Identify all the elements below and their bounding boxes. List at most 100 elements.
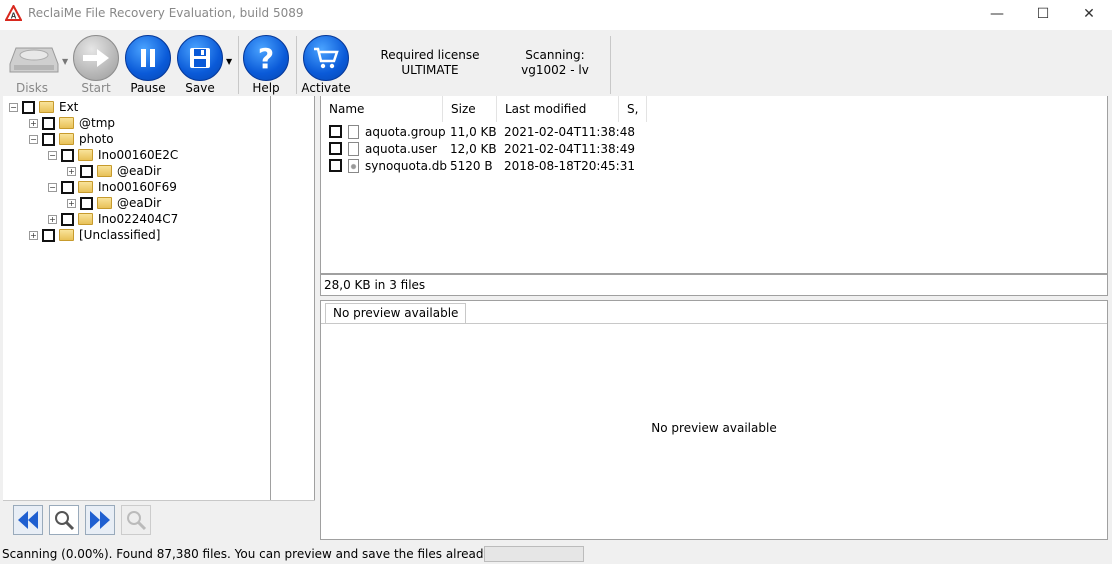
expand-icon[interactable]: +: [29, 230, 38, 240]
start-button[interactable]: Start: [66, 32, 126, 96]
tree-node-eadir[interactable]: + @eaDir: [67, 195, 161, 211]
svg-text:A: A: [11, 12, 17, 21]
help-button[interactable]: ? Help: [236, 32, 296, 96]
expand-icon[interactable]: +: [67, 166, 76, 176]
close-button[interactable]: ✕: [1066, 0, 1112, 28]
collapse-icon[interactable]: −: [9, 102, 18, 112]
expand-icon[interactable]: +: [67, 198, 76, 208]
magnifier-disabled-icon: [127, 511, 147, 531]
double-left-arrow-icon: [18, 511, 38, 529]
folder-icon: [39, 101, 54, 113]
license-value: ULTIMATE: [401, 63, 459, 77]
app-logo-icon: A: [5, 5, 22, 21]
save-button[interactable]: ▼ Save: [170, 32, 236, 96]
scanning-value: vg1002 - lv: [521, 63, 589, 77]
tree-node-label: Ext: [59, 100, 79, 114]
file-modified: 2021-02-04T11:38:49: [504, 141, 635, 156]
tree-node-label: @tmp: [79, 116, 116, 130]
help-question-icon: ?: [243, 35, 289, 81]
column-header-name[interactable]: Name: [321, 96, 443, 122]
toolbar-separator: [610, 36, 611, 94]
clear-search-button[interactable]: [121, 505, 151, 535]
folder-icon: [97, 165, 112, 177]
floppy-save-icon: [177, 35, 223, 81]
activate-label: Activate: [301, 81, 351, 95]
tree-node-ino00160e2c[interactable]: − Ino00160E2C: [48, 147, 178, 163]
folder-icon: [78, 181, 93, 193]
file-size: 12,0 KB: [450, 141, 497, 156]
tree-checkbox[interactable]: [80, 164, 93, 178]
file-checkbox[interactable]: [329, 125, 342, 138]
activate-button[interactable]: Activate: [296, 32, 356, 96]
tree-checkbox[interactable]: [61, 180, 74, 194]
save-label: Save: [185, 81, 215, 95]
disks-label: Disks: [15, 81, 49, 95]
tree-node-label: @eaDir: [117, 164, 162, 178]
start-arrow-icon: [73, 35, 119, 81]
collapse-icon[interactable]: −: [29, 134, 38, 144]
file-checkbox[interactable]: [329, 159, 342, 172]
pause-button[interactable]: Pause: [118, 32, 178, 96]
license-info: Required license ULTIMATE: [370, 48, 490, 78]
file-size: 5120 B: [450, 158, 493, 173]
folder-icon: [97, 197, 112, 209]
scan-progress-bar: [484, 546, 584, 562]
file-row[interactable]: aquota.group 11,0 KB 2021-02-04T11:38:48: [321, 123, 651, 140]
collapse-icon[interactable]: −: [48, 150, 57, 160]
tree-checkbox[interactable]: [42, 116, 55, 130]
tree-node-eadir[interactable]: + @eaDir: [67, 163, 161, 179]
save-dropdown-icon[interactable]: ▼: [226, 57, 232, 66]
folder-icon: [59, 133, 74, 145]
maximize-button[interactable]: ☐: [1020, 0, 1066, 28]
tree-checkbox[interactable]: [61, 212, 74, 226]
folder-icon: [78, 213, 93, 225]
tree-scroll-area[interactable]: [271, 96, 315, 500]
folder-tree[interactable]: − Ext + @tmp − photo − Ino00160E2C + @eaDir −…: [3, 96, 271, 500]
collapse-icon[interactable]: −: [48, 182, 57, 192]
file-checkbox[interactable]: [329, 142, 342, 155]
disks-button[interactable]: ▼ Disks: [2, 32, 68, 96]
license-label: Required license: [380, 48, 480, 62]
file-row[interactable]: synoquota.db 5120 B 2018-08-18T20:45:31: [321, 157, 651, 174]
tree-node-ext[interactable]: − Ext: [9, 99, 78, 115]
column-header-modified[interactable]: Last modified: [497, 96, 619, 122]
file-summary: 28,0 KB in 3 files: [320, 274, 1108, 296]
tree-checkbox[interactable]: [42, 132, 55, 146]
database-file-icon: [348, 158, 359, 173]
preview-divider: [321, 323, 1107, 324]
scanning-info: Scanning: vg1002 - lv: [500, 48, 610, 78]
navigation-bar: [3, 500, 315, 540]
minimize-button[interactable]: —: [974, 0, 1020, 28]
file-list[interactable]: Name Size Last modified S, aquota.group …: [320, 96, 1108, 274]
folder-icon: [59, 117, 74, 129]
tree-node-label: @eaDir: [117, 196, 162, 210]
file-icon: [348, 124, 359, 139]
tree-node-label: Ino00160E2C: [98, 148, 179, 162]
tree-node-ino00160f69[interactable]: − Ino00160F69: [48, 179, 177, 195]
status-text: Scanning (0.00%). Found 87,380 files. Yo…: [2, 547, 533, 561]
tree-node-label: [Unclassified]: [79, 228, 161, 242]
file-row[interactable]: aquota.user 12,0 KB 2021-02-04T11:38:49: [321, 140, 651, 157]
tree-checkbox[interactable]: [61, 148, 74, 162]
expand-icon[interactable]: +: [29, 118, 38, 128]
next-button[interactable]: [85, 505, 115, 535]
expand-icon[interactable]: +: [48, 214, 57, 224]
tree-checkbox[interactable]: [80, 196, 93, 210]
file-name: aquota.user: [365, 141, 437, 156]
preview-tab[interactable]: No preview available: [325, 303, 467, 323]
window-title: ReclaiMe File Recovery Evaluation, build…: [28, 6, 304, 20]
file-name: synoquota.db: [365, 158, 447, 173]
previous-button[interactable]: [13, 505, 43, 535]
pause-label: Pause: [130, 81, 166, 95]
tree-node-unclassified[interactable]: + [Unclassified]: [29, 227, 160, 243]
tree-node-tmp[interactable]: + @tmp: [29, 115, 115, 131]
column-header-s[interactable]: S,: [619, 96, 647, 122]
folder-icon: [78, 149, 93, 161]
pause-icon: [125, 35, 171, 81]
search-button[interactable]: [49, 505, 79, 535]
tree-node-photo[interactable]: − photo: [29, 131, 114, 147]
tree-node-ino022404c7[interactable]: + Ino022404C7: [48, 211, 178, 227]
tree-checkbox[interactable]: [22, 100, 35, 114]
tree-checkbox[interactable]: [42, 228, 55, 242]
column-header-size[interactable]: Size: [443, 96, 497, 122]
